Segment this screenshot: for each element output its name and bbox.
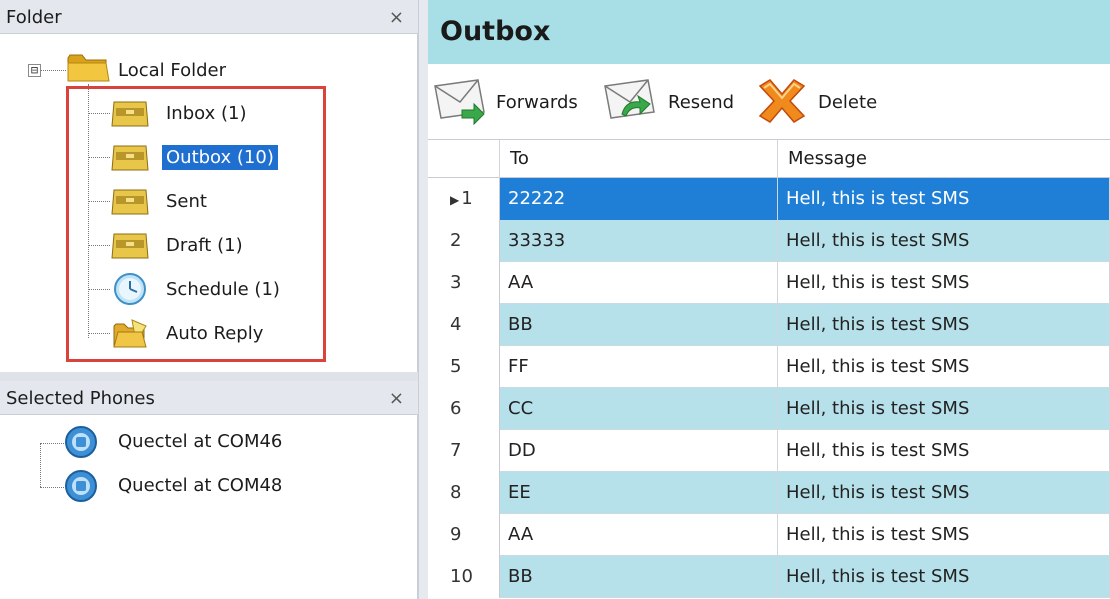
- table-row[interactable]: 6 CC Hell, this is test SMS: [428, 388, 1110, 430]
- to-cell[interactable]: CC: [500, 388, 778, 430]
- row-number: 9: [428, 514, 500, 556]
- phones-pane-close-icon[interactable]: ×: [389, 388, 404, 409]
- table-row[interactable]: 5 FF Hell, this is test SMS: [428, 346, 1110, 388]
- delete-label: Delete: [818, 92, 878, 113]
- title-bar: Outbox: [428, 0, 1110, 64]
- current-row-marker-icon: ▶: [450, 193, 460, 207]
- tree-connector: [40, 487, 64, 488]
- folder-pane-close-icon[interactable]: ×: [389, 7, 404, 28]
- forwards-label: Forwards: [496, 92, 578, 113]
- to-cell[interactable]: BB: [500, 556, 778, 598]
- inbox-tray-icon: [111, 101, 149, 127]
- page-title: Outbox: [440, 16, 551, 47]
- pane-separator[interactable]: [0, 372, 418, 381]
- folder-pane-header: Folder ×: [0, 0, 418, 34]
- modem-icon: [65, 426, 97, 458]
- outbox-view: Outbox Forwards Resend Delete To Message…: [428, 0, 1110, 599]
- row-number: 5: [428, 346, 500, 388]
- tree-connector: [40, 443, 41, 487]
- pane-splitter[interactable]: [418, 0, 428, 599]
- message-cell[interactable]: Hell, this is test SMS: [778, 388, 1110, 430]
- table-row[interactable]: 8 EE Hell, this is test SMS: [428, 472, 1110, 514]
- forward-mail-icon: [434, 79, 485, 126]
- table-row[interactable]: 9 AA Hell, this is test SMS: [428, 514, 1110, 556]
- row-number: 8: [428, 472, 500, 514]
- tree-item-label: Auto Reply: [166, 323, 264, 344]
- tree-connector: [40, 443, 64, 444]
- sent-tray-icon: [111, 189, 149, 215]
- to-cell[interactable]: AA: [500, 262, 778, 304]
- table-row[interactable]: 3 AA Hell, this is test SMS: [428, 262, 1110, 304]
- message-cell[interactable]: Hell, this is test SMS: [778, 304, 1110, 346]
- phones-pane-header: Selected Phones ×: [0, 381, 418, 415]
- tree-item-label: Sent: [166, 191, 207, 212]
- row-number: 2: [428, 220, 500, 262]
- message-cell[interactable]: Hell, this is test SMS: [778, 472, 1110, 514]
- message-cell[interactable]: Hell, this is test SMS: [778, 556, 1110, 598]
- row-number-cell: ▶ 1: [428, 178, 500, 220]
- folder-pane-title: Folder: [6, 7, 62, 28]
- folder-icon: [67, 54, 110, 82]
- column-header-message[interactable]: Message: [778, 140, 1110, 178]
- to-cell[interactable]: EE: [500, 472, 778, 514]
- row-number: 3: [428, 262, 500, 304]
- toolbar: Forwards Resend Delete: [428, 64, 1110, 140]
- tree-connector: [40, 70, 66, 71]
- tree-item-label: Inbox (1): [166, 103, 247, 124]
- collapse-toggle-icon[interactable]: ⊟: [28, 64, 41, 77]
- delete-x-icon: [758, 79, 806, 123]
- row-number: 7: [428, 430, 500, 472]
- tree-item-label: Draft (1): [166, 235, 243, 256]
- to-cell[interactable]: DD: [500, 430, 778, 472]
- clock-icon: [114, 273, 146, 305]
- to-cell[interactable]: AA: [500, 514, 778, 556]
- table-row[interactable]: 4 BB Hell, this is test SMS: [428, 304, 1110, 346]
- row-number: 6: [428, 388, 500, 430]
- to-cell[interactable]: 33333: [500, 220, 778, 262]
- modem-icon: [65, 470, 97, 502]
- to-cell[interactable]: BB: [500, 304, 778, 346]
- message-cell[interactable]: Hell, this is test SMS: [778, 346, 1110, 388]
- resend-label: Resend: [668, 92, 735, 113]
- tree-item-label: Schedule (1): [166, 279, 280, 300]
- table-row[interactable]: ▶ 1 22222 Hell, this is test SMS: [428, 178, 1110, 220]
- selected-phones-pane: Selected Phones × Quectel at COM46 Quect…: [0, 381, 418, 599]
- folder-pane: Folder × ⊟ Local Folder Inbox (1) Outbox…: [0, 0, 418, 372]
- column-header-number[interactable]: [428, 140, 500, 178]
- auto-reply-icon: [113, 319, 147, 348]
- phones-pane-title: Selected Phones: [6, 388, 155, 409]
- delete-button[interactable]: Delete: [754, 76, 894, 126]
- to-cell[interactable]: FF: [500, 346, 778, 388]
- draft-tray-icon: [111, 233, 149, 259]
- to-cell[interactable]: 22222: [500, 178, 778, 220]
- tree-item-label: Outbox (10): [161, 144, 279, 171]
- row-number: 4: [428, 304, 500, 346]
- resend-mail-icon: [604, 79, 655, 119]
- outbox-tray-icon: [111, 145, 149, 171]
- phone-label: Quectel at COM46: [118, 431, 283, 452]
- phone-label: Quectel at COM48: [118, 475, 283, 496]
- table-row[interactable]: 7 DD Hell, this is test SMS: [428, 430, 1110, 472]
- message-cell[interactable]: Hell, this is test SMS: [778, 514, 1110, 556]
- table-row[interactable]: 10 BB Hell, this is test SMS: [428, 556, 1110, 598]
- column-header-to[interactable]: To: [500, 140, 778, 178]
- message-cell[interactable]: Hell, this is test SMS: [778, 430, 1110, 472]
- table-header: To Message: [428, 140, 1110, 178]
- tree-root-label[interactable]: Local Folder: [118, 60, 226, 81]
- message-cell[interactable]: Hell, this is test SMS: [778, 178, 1110, 220]
- row-number: 1: [461, 188, 473, 209]
- table-row[interactable]: 2 33333 Hell, this is test SMS: [428, 220, 1110, 262]
- resend-button[interactable]: Resend: [602, 76, 752, 126]
- message-cell[interactable]: Hell, this is test SMS: [778, 262, 1110, 304]
- forwards-button[interactable]: Forwards: [432, 76, 592, 126]
- message-cell[interactable]: Hell, this is test SMS: [778, 220, 1110, 262]
- row-number: 10: [428, 556, 500, 598]
